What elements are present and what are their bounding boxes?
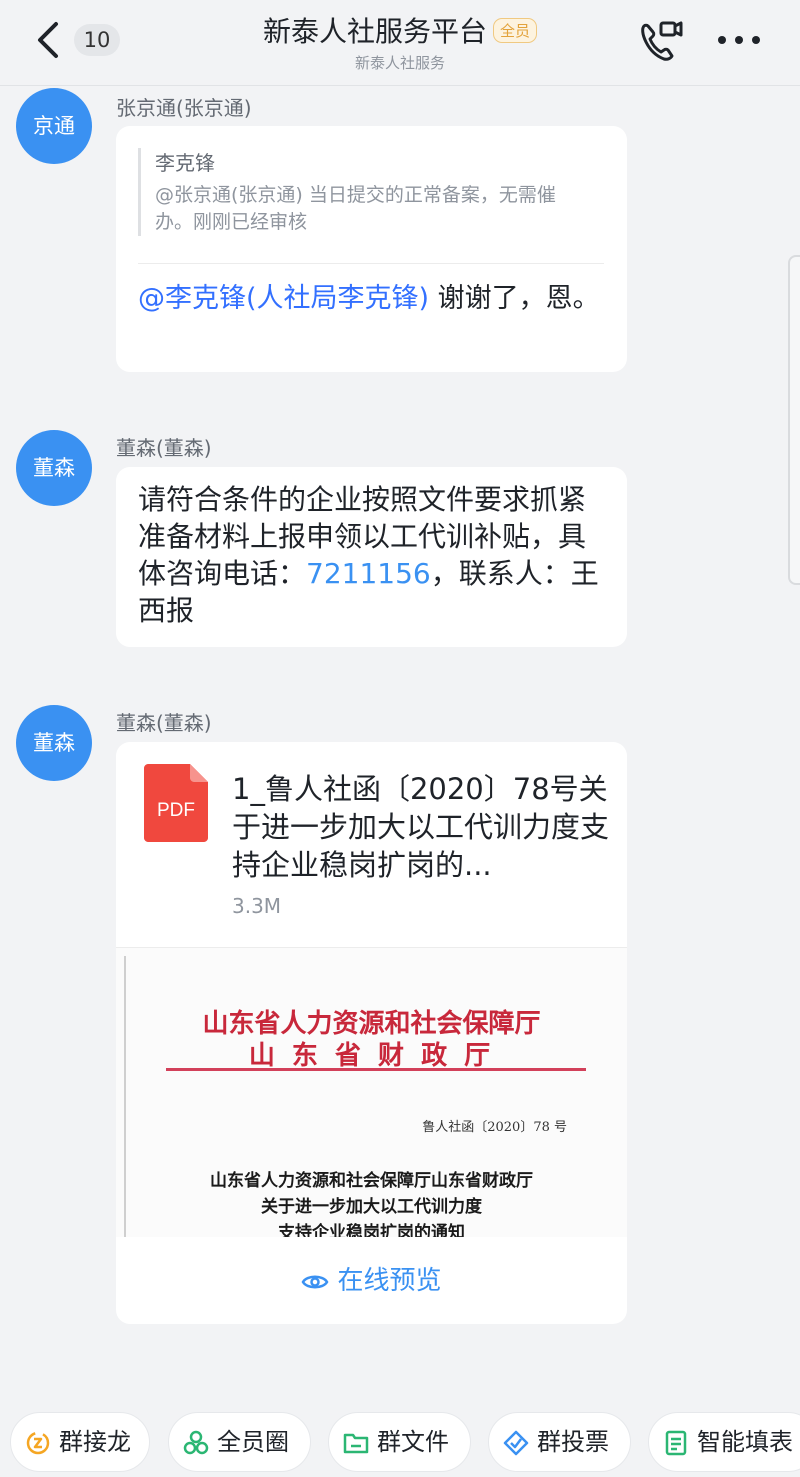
toolbar-label: 群接龙 [59,1428,131,1456]
divider [138,263,604,264]
sender-name: 董森(董森) [116,711,212,735]
toolbar-label: 智能填表 [697,1428,793,1456]
toolbar-relay-button[interactable]: 群接龙 [10,1412,150,1472]
sender-name: 董森(董森) [116,436,212,460]
mention-link[interactable]: @李克锋(人社局李克锋) [138,283,429,314]
message-text: 请符合条件的企业按照文件要求抓紧准备材料上报申领以工代训补贴，具体咨询电话：72… [138,481,608,629]
reply-body: 谢谢了，恩。 [429,283,600,314]
online-preview-button[interactable]: 在线预览 [116,1260,627,1297]
eye-icon [302,1275,329,1288]
file-message-bubble[interactable]: PDF 1_鲁人社函〔2020〕78号关于进一步加大以工代训力度支持企业稳岗扩岗… [116,742,627,1324]
side-panel-handle[interactable] [788,255,800,585]
avatar[interactable]: 京通 [16,88,92,164]
toolbar-label: 全员圈 [217,1428,289,1456]
chat-title[interactable]: 新泰人社服务平台 [263,10,487,50]
phone-link[interactable]: 7211156 [306,557,431,590]
circle-icon [183,1430,209,1455]
vote-icon [503,1430,529,1456]
pdf-label: PDF [157,800,195,821]
reply-text: @李克锋(人社局李克锋) 谢谢了，恩。 [138,280,608,317]
file-name[interactable]: 1_鲁人社函〔2020〕78号关于进一步加大以工代训力度支持企业稳岗扩岗的... [232,770,610,884]
doc-heading-2: 山 东 省 财 政 厅 [248,1041,495,1071]
online-preview-label: 在线预览 [337,1266,442,1296]
message-bubble[interactable]: 请符合条件的企业按照文件要求抓紧准备材料上报申领以工代训补贴，具体咨询电话：72… [116,467,627,647]
doc-title-line-1: 山东省人力资源和社会保障厅山东省财政厅 [210,1171,533,1191]
chat-header: 10 新泰人社服务平台 全员 新泰人社服务 [0,0,800,86]
pdf-file-icon: PDF [144,764,208,842]
video-call-icon[interactable] [634,16,684,66]
relay-icon [26,1431,50,1455]
toolbar-label: 群文件 [377,1428,449,1456]
quote-author: 李克锋 [155,151,215,175]
more-icon[interactable] [714,30,764,50]
doc-title-line-3: 支持企业稳岗扩岗的通知 [278,1223,465,1237]
doc-title-line-2: 关于进一步加大以工代训力度 [261,1197,482,1217]
group-toolbar: 群接龙 全员圈 群文件 群投票 智能填表 [0,1410,800,1477]
sender-name: 张京通(张京通) [116,96,252,120]
avatar[interactable]: 董森 [16,705,92,781]
toolbar-form-button[interactable]: 智能填表 [648,1412,800,1472]
file-size: 3.3M [232,894,282,918]
quoted-message[interactable]: 李克锋 @张京通(张京通) 当日提交的正常备案，无需催办。刚刚已经审核 [138,148,588,236]
all-members-tag: 全员 [493,17,538,43]
message-bubble[interactable]: 李克锋 @张京通(张京通) 当日提交的正常备案，无需催办。刚刚已经审核 @李克锋… [116,126,627,372]
toolbar-vote-button[interactable]: 群投票 [488,1412,631,1472]
folder-icon [343,1433,369,1454]
doc-number: 鲁人社函〔2020〕78 号 [422,1120,567,1135]
toolbar-label: 群投票 [537,1428,609,1456]
quote-text: @张京通(张京通) 当日提交的正常备案，无需催办。刚刚已经审核 [155,184,556,233]
document-preview[interactable]: 山东省人力资源和社会保障厅 山 东 省 财 政 厅 鲁人社函〔2020〕78 号… [116,947,627,1237]
form-icon [665,1430,687,1456]
avatar[interactable]: 董森 [16,430,92,506]
toolbar-files-button[interactable]: 群文件 [328,1412,471,1472]
red-rule [166,1068,586,1071]
toolbar-circle-button[interactable]: 全员圈 [168,1412,311,1472]
